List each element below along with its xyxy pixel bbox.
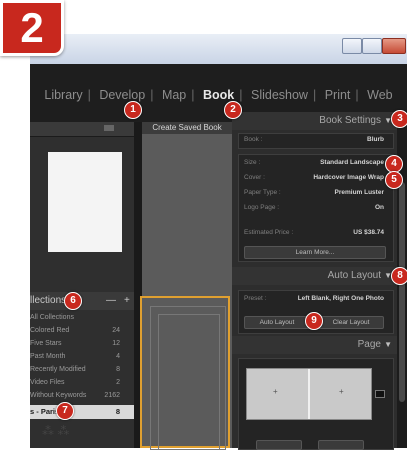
close-button[interactable] [382, 38, 406, 54]
minimize-button[interactable] [342, 38, 362, 54]
module-separator: | [239, 88, 243, 102]
logo-page-row[interactable]: Logo Page : On [240, 201, 390, 215]
collection-name: Without Keywords [30, 392, 87, 399]
auto-layout-header[interactable]: Auto Layout ▼ [232, 267, 397, 285]
collections-header[interactable]: llections — + [30, 292, 134, 310]
callout-3: 3 [391, 110, 407, 128]
page-template-preview[interactable]: + + [246, 368, 372, 420]
price-label: Estimated Price : [244, 229, 294, 236]
photo-cell-left[interactable]: + [273, 387, 278, 396]
page-header[interactable]: Page ▼ [232, 336, 397, 354]
cover-label: Cover : [244, 174, 265, 181]
module-book[interactable]: Book [203, 88, 234, 102]
book-label: Book : [244, 136, 263, 143]
scrollbar-thumb[interactable] [399, 182, 405, 402]
add-blank-page-button[interactable] [318, 440, 364, 450]
collection-item[interactable]: Five Stars 12 [30, 338, 134, 350]
collection-count: 2 [116, 379, 120, 386]
learn-more-button[interactable]: Learn More... [244, 246, 386, 259]
layout-options-button[interactable] [375, 390, 385, 398]
auto-layout-button[interactable]: Auto Layout [244, 316, 310, 329]
collection-item[interactable]: Colored Red 24 [30, 325, 134, 337]
preview-thumbnail [48, 152, 122, 252]
collection-item[interactable]: Past Month 4 [30, 351, 134, 363]
book-row: Book : Blurb [240, 133, 390, 147]
panel-end-ornament: ⁂ ⁂ [42, 424, 70, 438]
collection-item[interactable]: Recently Modified 8 [30, 364, 134, 376]
preset-label: Preset : [244, 295, 267, 302]
cover-row[interactable]: Cover : Hardcover Image Wrap [240, 171, 390, 185]
module-separator: | [87, 88, 91, 102]
callout-1: 1 [124, 101, 142, 119]
add-page-button[interactable] [256, 440, 302, 450]
collection-count: 8 [116, 366, 120, 373]
module-library[interactable]: Library [44, 88, 82, 102]
module-print[interactable]: Print [325, 88, 351, 102]
price-row: Estimated Price : US $38.74 [240, 226, 390, 240]
size-value: Standard Landscape [320, 159, 384, 166]
book-page-inner-2 [158, 314, 220, 450]
page-spine-divider [308, 369, 310, 419]
window-titlebar [30, 34, 407, 64]
collection-name: All Collections [30, 314, 74, 321]
collection-name: Past Month [30, 353, 66, 360]
logo-page-label: Logo Page : [244, 204, 280, 211]
collection-count: 2162 [104, 392, 120, 399]
collection-item[interactable]: All Collections [30, 312, 134, 324]
preview-zoom-options[interactable] [104, 125, 114, 131]
module-slideshow[interactable]: Slideshow [251, 88, 308, 102]
preview-header [30, 122, 134, 137]
book-value: Blurb [367, 136, 384, 143]
callout-6: 6 [64, 292, 82, 310]
size-label: Size : [244, 159, 261, 166]
page-title: Page [357, 339, 381, 350]
logo-page-value: On [374, 204, 384, 211]
collection-item[interactable]: Without Keywords 2162 [30, 390, 134, 402]
book-settings-title: Book Settings [319, 115, 381, 126]
collection-item-selected[interactable]: s - Paris 8 [30, 405, 134, 419]
collection-name: Five Stars [30, 340, 62, 347]
module-separator: | [355, 88, 359, 102]
price-value: US $38.74 [353, 229, 384, 236]
collection-count: 24 [112, 327, 120, 334]
auto-layout-title: Auto Layout [327, 270, 381, 281]
module-separator: | [150, 88, 154, 102]
callout-2: 2 [224, 101, 242, 119]
callout-5: 5 [385, 171, 403, 189]
cover-value: Hardcover Image Wrap [313, 174, 384, 181]
collection-name: Video Files [30, 379, 65, 386]
callout-9: 9 [305, 312, 323, 330]
collections-title: llections [30, 295, 67, 306]
collapse-triangle-icon[interactable]: ▼ [384, 336, 392, 354]
collection-count: 4 [116, 353, 120, 360]
remove-collection-button[interactable]: — [106, 292, 116, 310]
preset-row[interactable]: Preset : Left Blank, Right One Photo [240, 292, 390, 306]
module-develop[interactable]: Develop [99, 88, 145, 102]
size-row[interactable]: Size : Standard Landscape [240, 156, 390, 170]
step-number-badge: 2 [0, 0, 64, 56]
collection-count: 12 [112, 340, 120, 347]
collection-name: Colored Red [30, 327, 70, 334]
paper-type-label: Paper Type : [244, 189, 281, 196]
module-map[interactable]: Map [162, 88, 186, 102]
collection-name: Recently Modified [30, 366, 86, 373]
module-separator: | [191, 88, 195, 102]
callout-8: 8 [391, 267, 407, 285]
module-web[interactable]: Web [367, 88, 392, 102]
collection-name: s - Paris [30, 407, 60, 416]
maximize-button[interactable] [362, 38, 382, 54]
callout-7: 7 [56, 402, 74, 420]
module-separator: | [312, 88, 317, 102]
module-picker: Library | Develop | Map | Book | Slideshow | … [30, 88, 407, 108]
paper-type-row[interactable]: Paper Type : Premium Luster [240, 186, 390, 200]
preset-value: Left Blank, Right One Photo [297, 295, 384, 302]
add-collection-button[interactable]: + [124, 292, 130, 310]
create-saved-book-button[interactable]: Create Saved Book [142, 122, 232, 134]
collection-count: 8 [115, 407, 120, 416]
paper-type-value: Premium Luster [334, 189, 385, 196]
photo-cell-right[interactable]: + [339, 387, 344, 396]
collection-item[interactable]: Video Files 2 [30, 377, 134, 389]
book-settings-header[interactable]: Book Settings ▼ [232, 112, 397, 130]
clear-layout-button[interactable]: Clear Layout [318, 316, 384, 329]
